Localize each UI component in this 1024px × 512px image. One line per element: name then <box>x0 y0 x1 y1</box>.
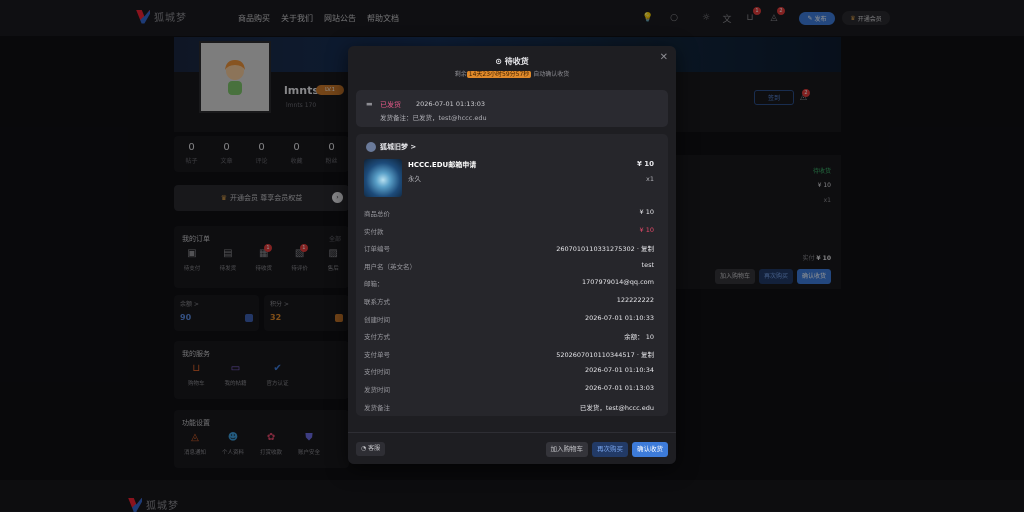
row-ship-time: 发货时间 2026-07-01 01:13:03 <box>356 380 668 398</box>
customer-service-button[interactable]: ◔ 客服 <box>356 442 386 456</box>
modal-actions: 加入购物车 再次购买 确认收货 <box>545 442 668 457</box>
row-value: 2026-07-01 01:13:03 <box>584 383 654 392</box>
modal-footer: ◔ 客服 加入购物车 再次购买 确认收货 <box>348 432 676 464</box>
row-contact: 联系方式 122222222 <box>356 292 668 310</box>
row-value: 1707979014@qq.com <box>581 278 654 287</box>
clock-icon: ⊙ <box>495 57 505 66</box>
row-paid-time: 支付时间 2026-07-01 01:10:34 <box>356 362 668 380</box>
shop-link[interactable]: 狐城旧梦 > <box>366 142 416 152</box>
shipping-note: 发货备注：已发货，test@hccc.edu <box>380 114 487 122</box>
shipping-info: ▬ 已发货 2026-07-01 01:13:03 发货备注：已发货，test@… <box>356 90 668 127</box>
product-qty: x1 <box>646 175 654 183</box>
modal-title-text: 待收货 <box>504 57 529 66</box>
row-value: 2026-07-01 01:10:34 <box>584 366 654 375</box>
row-total: 商品总价 ¥ 10 <box>356 204 668 222</box>
row-order-no: 订单编号 2607010110331275302 · 复制 <box>356 239 668 257</box>
row-key: 用户名（英文名） <box>364 262 416 271</box>
modal-buy-again-button[interactable]: 再次购买 <box>592 442 628 457</box>
order-detail-modal: ⊙ 待收货 剩余 14天23小时59分57秒 自动确认收货 ✕ ▬ 已发货 202… <box>348 46 676 464</box>
row-value[interactable]: 5202607010110344517 · 复制 <box>556 349 654 359</box>
row-value: 余额： 10 <box>624 333 654 342</box>
countdown-timer: 14天23小时59分57秒 <box>466 71 532 78</box>
row-ship-note: 发货备注 已发货，test@hccc.edu <box>356 398 668 416</box>
shipping-time: 2026-07-01 01:13:03 <box>416 100 486 108</box>
modal-add-to-cart-button[interactable]: 加入购物车 <box>545 442 588 457</box>
row-key: 支付方式 <box>364 333 390 342</box>
row-value: 已发货，test@hccc.edu <box>579 403 654 412</box>
row-paid: 实付款 ¥ 10 <box>356 222 668 240</box>
row-key: 联系方式 <box>364 297 390 306</box>
countdown-suffix: 自动确认收货 <box>533 71 570 78</box>
row-key: 支付单号 <box>364 350 390 359</box>
row-payment-no: 支付单号 5202607010110344517 · 复制 <box>356 345 668 363</box>
shop-name: 狐城旧梦 > <box>380 143 417 151</box>
product-image[interactable] <box>364 159 402 197</box>
row-key: 商品总价 <box>364 210 390 218</box>
row-username: 用户名（英文名） test <box>356 257 668 275</box>
row-key: 实付款 <box>364 227 384 236</box>
row-value: 2026-07-01 01:10:33 <box>584 313 654 322</box>
row-value: 122222222 <box>616 295 654 304</box>
countdown-prefix: 剩余 <box>454 71 467 78</box>
row-key: 订单编号 <box>364 245 390 254</box>
row-key: 发货备注 <box>364 403 390 412</box>
truck-icon: ▬ <box>366 100 373 108</box>
row-value[interactable]: 2607010110331275302 · 复制 <box>556 243 654 253</box>
service-label: 客服 <box>368 445 381 452</box>
row-key: 发货时间 <box>364 385 390 394</box>
shipping-status: 已发货 <box>380 101 401 109</box>
order-info-rows: 商品总价 ¥ 10 实付款 ¥ 10 订单编号 2607010110331275302… <box>356 204 668 415</box>
row-value: ¥ 10 <box>639 225 654 234</box>
row-key: 邮箱： <box>364 280 384 289</box>
row-payment-method: 支付方式 余额： 10 <box>356 327 668 345</box>
product-price: ¥ 10 <box>636 160 654 168</box>
row-value: test <box>641 260 654 269</box>
row-key: 支付时间 <box>364 368 390 377</box>
product-name[interactable]: HCCC.EDU邮箱申请 <box>408 160 476 170</box>
shop-avatar <box>366 142 376 152</box>
modal-confirm-receipt-button[interactable]: 确认收货 <box>632 442 668 457</box>
product-spec: 永久 <box>408 175 421 183</box>
modal-countdown: 剩余 14天23小时59分57秒 自动确认收货 <box>348 69 676 78</box>
row-created: 创建时间 2026-07-01 01:10:33 <box>356 310 668 328</box>
modal-title: ⊙ 待收货 <box>348 56 676 67</box>
close-icon[interactable]: ✕ <box>660 52 668 63</box>
order-details: 狐城旧梦 > HCCC.EDU邮箱申请 永久 ¥ 10 x1 商品总价 ¥ 10 … <box>356 134 668 416</box>
row-email: 邮箱： 1707979014@qq.com <box>356 274 668 292</box>
row-key: 创建时间 <box>364 315 390 324</box>
row-value: ¥ 10 <box>639 208 654 216</box>
